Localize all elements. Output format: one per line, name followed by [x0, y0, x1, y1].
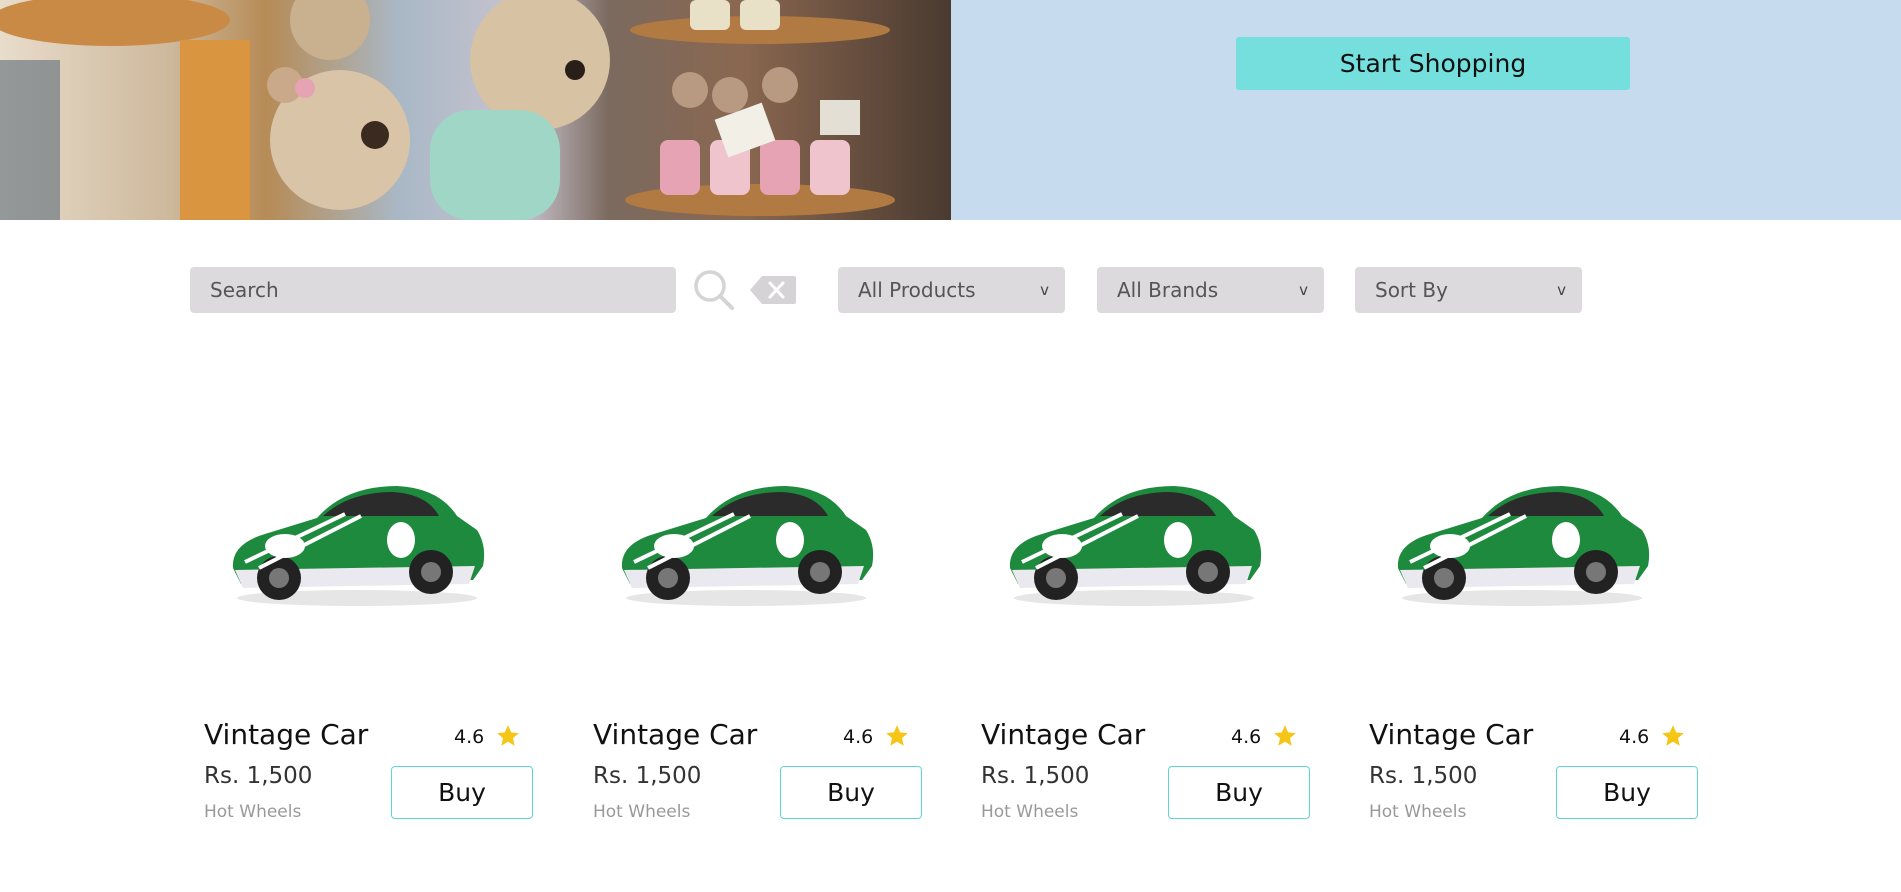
product-image-car: [1397, 486, 1650, 606]
sort-select[interactable]: Sort By v: [1355, 267, 1582, 313]
buy-button[interactable]: Buy: [780, 766, 922, 819]
product-price: Rs. 1,500: [981, 763, 1090, 789]
search-button[interactable]: [692, 268, 736, 312]
start-shopping-button[interactable]: Start Shopping: [1236, 37, 1630, 90]
product-card: Vintage Car 4.6 Rs. 1,500 Hot Wheels Buy: [190, 380, 533, 830]
product-rating: 4.6: [843, 726, 874, 748]
star-icon: [886, 725, 908, 746]
buy-button[interactable]: Buy: [1556, 766, 1698, 819]
brand-select-value: All Brands: [1117, 278, 1219, 302]
category-select[interactable]: All Products v: [838, 267, 1065, 313]
brand-select[interactable]: All Brands v: [1097, 267, 1324, 313]
product-card: Vintage Car 4.6 Rs. 1,500 Hot Wheels Buy: [967, 380, 1310, 830]
product-card: Vintage Car 4.6 Rs. 1,500 Hot Wheels Buy: [579, 380, 922, 830]
product-image-car: [232, 486, 485, 606]
clear-icon: [750, 276, 796, 304]
product-rating: 4.6: [454, 726, 485, 748]
product-price: Rs. 1,500: [593, 763, 702, 789]
hero-banner: Start Shopping: [0, 0, 1901, 220]
product-rating: 4.6: [1619, 726, 1650, 748]
product-brand: Hot Wheels: [1369, 802, 1467, 822]
product-price: Rs. 1,500: [1369, 763, 1478, 789]
star-icon: [1662, 725, 1684, 746]
product-brand: Hot Wheels: [981, 802, 1079, 822]
sort-select-value: Sort By: [1375, 278, 1448, 302]
product-name: Vintage Car: [204, 718, 369, 751]
product-name: Vintage Car: [593, 718, 758, 751]
buy-button[interactable]: Buy: [391, 766, 533, 819]
product-brand: Hot Wheels: [204, 802, 302, 822]
product-price: Rs. 1,500: [204, 763, 313, 789]
hero-image-plush-toys: [0, 0, 951, 220]
product-rating: 4.6: [1231, 726, 1262, 748]
clear-search-button[interactable]: [750, 276, 796, 304]
chevron-down-icon: v: [1557, 281, 1566, 299]
category-select-value: All Products: [858, 278, 976, 302]
search-icon: [694, 270, 734, 310]
product-image-car: [621, 486, 874, 606]
chevron-down-icon: v: [1040, 281, 1049, 299]
chevron-down-icon: v: [1299, 281, 1308, 299]
product-name: Vintage Car: [981, 718, 1146, 751]
star-icon: [497, 725, 519, 746]
buy-button[interactable]: Buy: [1168, 766, 1310, 819]
product-card: Vintage Car 4.6 Rs. 1,500 Hot Wheels Buy: [1355, 380, 1698, 830]
search-input[interactable]: [190, 267, 676, 313]
product-name: Vintage Car: [1369, 718, 1534, 751]
product-brand: Hot Wheels: [593, 802, 691, 822]
star-icon: [1274, 725, 1296, 746]
plush-toys-illustration: [0, 0, 895, 220]
hero-panel: [951, 0, 1901, 220]
product-image-car: [1009, 486, 1262, 606]
